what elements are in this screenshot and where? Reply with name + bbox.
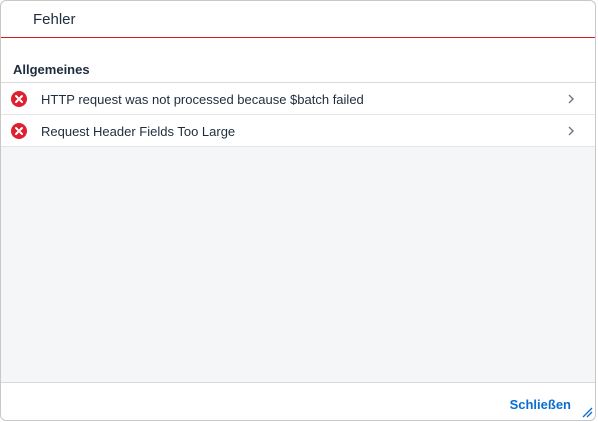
error-icon — [11, 91, 27, 107]
resize-handle-icon[interactable] — [581, 406, 593, 418]
dialog-footer: Schließen — [1, 383, 595, 420]
message-item[interactable]: HTTP request was not processed because $… — [1, 83, 595, 115]
error-icon — [11, 123, 27, 139]
dialog-header: Fehler — [1, 1, 595, 38]
message-text: Request Header Fields Too Large — [41, 124, 236, 139]
group-header: Allgemeines — [1, 51, 595, 83]
message-dialog: Fehler Allgemeines HTTP request was not … — [0, 0, 596, 421]
message-item[interactable]: Request Header Fields Too Large — [1, 115, 595, 147]
close-button[interactable]: Schließen — [510, 397, 571, 412]
message-text: HTTP request was not processed because $… — [41, 92, 364, 107]
group-title: Allgemeines — [13, 62, 90, 77]
message-list: HTTP request was not processed because $… — [1, 83, 595, 383]
dialog-title: Fehler — [33, 11, 76, 28]
chevron-right-icon — [568, 94, 574, 104]
chevron-right-icon — [568, 126, 574, 136]
